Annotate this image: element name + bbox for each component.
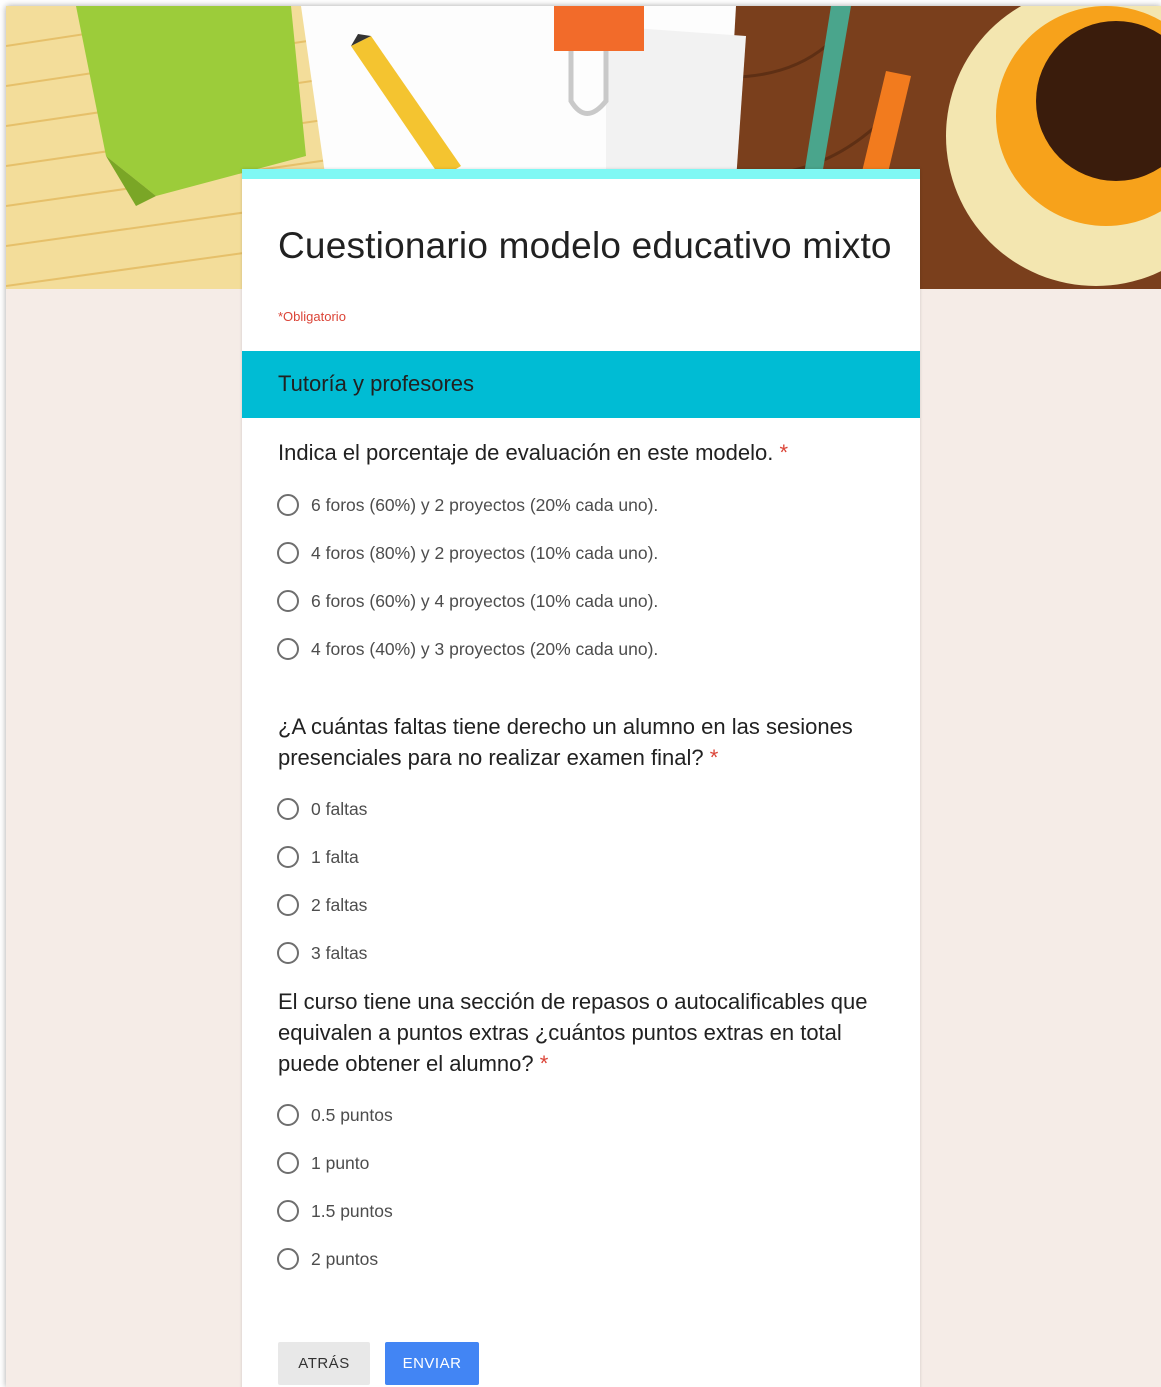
form-title: Cuestionario modelo educativo mixto bbox=[278, 225, 892, 266]
question-text: El curso tiene una sección de repasos o … bbox=[278, 989, 868, 1076]
option-label: 0.5 puntos bbox=[311, 1104, 393, 1125]
q3-option-3[interactable]: 1.5 puntos bbox=[277, 1198, 393, 1224]
section-title: Tutoría y profesores bbox=[278, 371, 475, 396]
radio-button[interactable] bbox=[277, 798, 299, 820]
radio-button[interactable] bbox=[277, 894, 299, 916]
radio-button[interactable] bbox=[277, 590, 299, 612]
card-accent-bar bbox=[242, 169, 920, 179]
q1-option-1[interactable]: 6 foros (60%) y 2 proyectos (20% cada un… bbox=[277, 492, 658, 518]
option-label: 4 foros (40%) y 3 proyectos (20% cada un… bbox=[311, 638, 659, 659]
option-label: 2 faltas bbox=[311, 894, 368, 915]
radio-button[interactable] bbox=[277, 942, 299, 964]
required-asterisk: * bbox=[779, 440, 789, 465]
required-note: *Obligatorio bbox=[278, 309, 346, 324]
q2-option-2[interactable]: 1 falta bbox=[277, 844, 359, 870]
radio-button[interactable] bbox=[277, 542, 299, 564]
page-frame: Cuestionario modelo educativo mixto *Obl… bbox=[6, 6, 1161, 1387]
option-label: 1 punto bbox=[311, 1152, 370, 1173]
question-1-title: Indica el porcentaje de evaluación en es… bbox=[278, 437, 890, 468]
required-asterisk: * bbox=[539, 1051, 549, 1076]
radio-button[interactable] bbox=[277, 1248, 299, 1270]
form-card: Cuestionario modelo educativo mixto *Obl… bbox=[242, 169, 920, 1387]
q3-option-1[interactable]: 0.5 puntos bbox=[277, 1102, 393, 1128]
section-header: Tutoría y profesores bbox=[242, 351, 920, 418]
option-label: 3 faltas bbox=[311, 942, 368, 963]
radio-button[interactable] bbox=[277, 638, 299, 660]
required-asterisk: * bbox=[709, 745, 719, 770]
submit-button[interactable]: ENVIAR bbox=[385, 1342, 479, 1385]
option-label: 6 foros (60%) y 2 proyectos (20% cada un… bbox=[311, 494, 659, 515]
option-label: 6 foros (60%) y 4 proyectos (10% cada un… bbox=[311, 590, 659, 611]
question-text: Indica el porcentaje de evaluación en es… bbox=[278, 440, 774, 465]
q3-option-2[interactable]: 1 punto bbox=[277, 1150, 369, 1176]
q2-option-3[interactable]: 2 faltas bbox=[277, 892, 367, 918]
radio-button[interactable] bbox=[277, 1104, 299, 1126]
radio-button[interactable] bbox=[277, 1200, 299, 1222]
q1-option-4[interactable]: 4 foros (40%) y 3 proyectos (20% cada un… bbox=[277, 636, 658, 662]
question-2-title: ¿A cuántas faltas tiene derecho un alumn… bbox=[278, 711, 890, 773]
radio-button[interactable] bbox=[277, 494, 299, 516]
option-label: 0 faltas bbox=[311, 798, 368, 819]
question-3-title: El curso tiene una sección de repasos o … bbox=[278, 986, 890, 1079]
q2-option-1[interactable]: 0 faltas bbox=[277, 796, 367, 822]
q1-option-2[interactable]: 4 foros (80%) y 2 proyectos (10% cada un… bbox=[277, 540, 658, 566]
radio-button[interactable] bbox=[277, 846, 299, 868]
q3-option-4[interactable]: 2 puntos bbox=[277, 1246, 378, 1272]
option-label: 1 falta bbox=[311, 846, 359, 867]
option-label: 2 puntos bbox=[311, 1248, 379, 1269]
q1-option-3[interactable]: 6 foros (60%) y 4 proyectos (10% cada un… bbox=[277, 588, 658, 614]
q2-option-4[interactable]: 3 faltas bbox=[277, 940, 367, 966]
radio-button[interactable] bbox=[277, 1152, 299, 1174]
back-button[interactable]: ATRÁS bbox=[278, 1342, 370, 1385]
question-text: ¿A cuántas faltas tiene derecho un alumn… bbox=[278, 714, 853, 770]
option-label: 1.5 puntos bbox=[311, 1200, 393, 1221]
option-label: 4 foros (80%) y 2 proyectos (10% cada un… bbox=[311, 542, 659, 563]
